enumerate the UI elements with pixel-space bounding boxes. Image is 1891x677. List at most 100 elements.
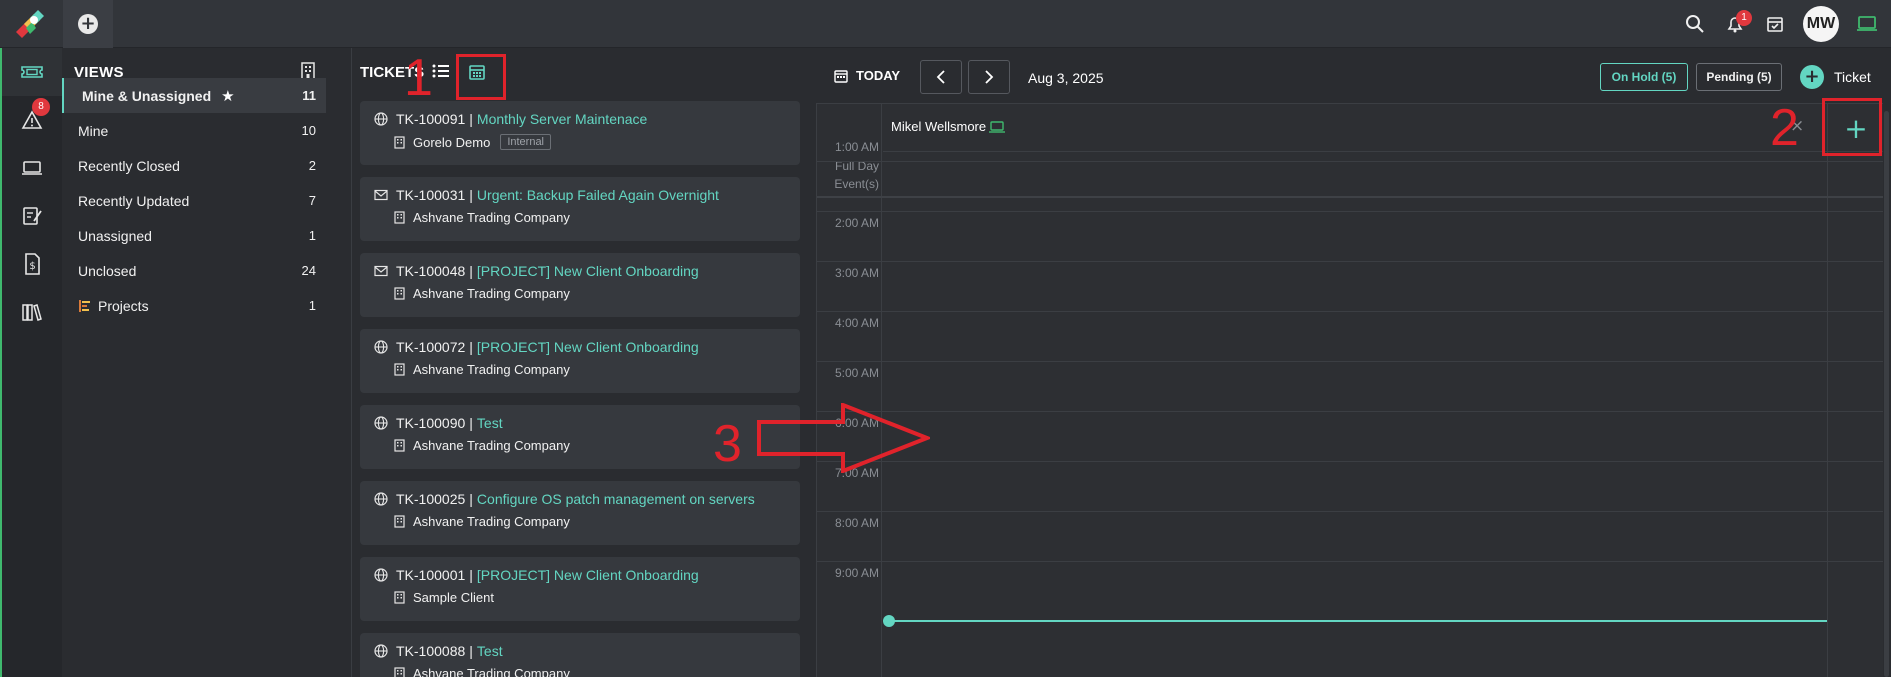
ticket-subject-link[interactable]: Configure OS patch management on servers xyxy=(477,491,755,507)
prev-day-button[interactable] xyxy=(920,60,962,94)
ticket-card[interactable]: TK-100025 | Configure OS patch management … xyxy=(360,481,800,545)
ticket-subject-link[interactable]: Test xyxy=(477,643,503,659)
laptop-icon xyxy=(22,161,42,175)
scrollbar-thumb[interactable] xyxy=(1884,111,1889,677)
rail-item-billing[interactable]: $ xyxy=(2,240,62,288)
ticket-subject-link[interactable]: [PROJECT] New Client Onboarding xyxy=(477,263,699,279)
ticket-org-line: Ashvane Trading Company xyxy=(394,286,570,301)
hour-label: 9:00 AM xyxy=(834,566,879,580)
view-item-label: Mine xyxy=(78,122,109,139)
rail-item-alerts[interactable]: 8 xyxy=(2,96,62,144)
resource-column-header: Mikel Wellsmore × xyxy=(883,104,1883,152)
ticket-subject-link[interactable]: [PROJECT] New Client Onboarding xyxy=(477,567,699,583)
view-item-recently-closed[interactable]: Recently Closed 2 xyxy=(62,148,326,183)
hour-grid-line xyxy=(817,261,1883,262)
ticket-separator: | xyxy=(469,111,473,127)
ticket-organization: Ashvane Trading Company xyxy=(413,514,570,529)
ticket-id: TK-100048 xyxy=(396,263,466,279)
globe-icon xyxy=(374,492,388,506)
ticket-card[interactable]: TK-100048 | [PROJECT] New Client Onboardin… xyxy=(360,253,800,317)
view-item-count: 24 xyxy=(301,263,316,278)
hour-grid-line xyxy=(817,561,1883,562)
rail-item-library[interactable] xyxy=(2,288,62,336)
chevron-left-icon xyxy=(936,70,945,84)
today-button[interactable]: TODAY xyxy=(834,68,900,83)
ticket-card[interactable]: TK-100088 | Test Ashvane Trading Company xyxy=(360,633,800,677)
ticket-title-line: TK-100072 | [PROJECT] New Client Onboardin… xyxy=(374,339,699,355)
hour-grid-line xyxy=(817,161,1883,162)
globe-icon xyxy=(374,644,388,658)
hour-grid-line xyxy=(817,361,1883,362)
ticket-org-line: Sample Client xyxy=(394,590,494,605)
ticket-title-line: TK-100001 | [PROJECT] New Client Onboardin… xyxy=(374,567,699,583)
new-tab-button[interactable]: + xyxy=(63,0,113,48)
plus-circle-icon: + xyxy=(78,14,98,34)
ticket-subject-link[interactable]: Urgent: Backup Failed Again Overnight xyxy=(477,187,719,203)
notification-bell-icon[interactable]: 1 xyxy=(1715,0,1755,48)
view-item-label: Unassigned xyxy=(78,227,152,244)
view-item-mine-unassigned[interactable]: Mine & Unassigned ★ 11 xyxy=(62,78,326,113)
next-day-button[interactable] xyxy=(968,60,1010,94)
resource-name: Mikel Wellsmore xyxy=(891,119,1006,134)
add-ticket-button[interactable]: + Ticket xyxy=(1800,65,1871,89)
globe-icon xyxy=(374,416,388,430)
view-item-projects[interactable]: Projects 1 xyxy=(62,288,326,323)
hour-grid-line xyxy=(817,411,1883,412)
top-right-actions: 1 MW xyxy=(1675,0,1891,48)
ticket-card[interactable]: TK-100001 | [PROJECT] New Client Onboardin… xyxy=(360,557,800,621)
pending-filter-button[interactable]: Pending (5) xyxy=(1696,63,1782,91)
resource-name-label: Mikel Wellsmore xyxy=(891,119,987,134)
contract-icon xyxy=(23,207,42,225)
search-icon[interactable] xyxy=(1675,0,1715,48)
view-item-label: Projects xyxy=(98,297,149,314)
ticket-subject-link[interactable]: Monthly Server Maintenace xyxy=(477,111,647,127)
view-item-unclosed[interactable]: Unclosed 24 xyxy=(62,253,326,288)
ticket-card[interactable]: TK-100072 | [PROJECT] New Client Onboardin… xyxy=(360,329,800,393)
annotation-box-2 xyxy=(1822,98,1882,156)
calendar-grid: Mikel Wellsmore × + Full Day Event(s) 1:… xyxy=(816,103,1883,677)
on-hold-filter-button[interactable]: On Hold (5) xyxy=(1600,63,1688,91)
views-panel: VIEWS Mine & Unassigned ★ 11 Mine 10 Rec… xyxy=(62,48,352,677)
ticket-title-line: TK-100025 | Configure OS patch management … xyxy=(374,491,755,507)
star-icon[interactable]: ★ xyxy=(221,87,234,105)
alerts-count-badge: 8 xyxy=(32,98,50,116)
ticket-organization: Gorelo Demo xyxy=(413,134,491,150)
building-icon xyxy=(394,363,405,376)
view-item-label: Recently Closed xyxy=(78,157,180,174)
list-view-icon[interactable] xyxy=(432,63,450,84)
app-root: + 1 MW 8 $ VIEWS Mine & Unassigned ★ 11 … xyxy=(0,0,1891,677)
rail-item-contracts[interactable] xyxy=(2,192,62,240)
ticket-organization: Ashvane Trading Company xyxy=(413,438,570,453)
rail-item-tickets[interactable] xyxy=(2,48,62,96)
ticket-title-line: TK-100090 | Test xyxy=(374,415,503,431)
building-icon xyxy=(394,211,405,224)
ticket-subject-link[interactable]: [PROJECT] New Client Onboarding xyxy=(477,339,699,355)
view-item-mine[interactable]: Mine 10 xyxy=(62,113,326,148)
user-avatar[interactable]: MW xyxy=(1803,6,1839,42)
ticket-card[interactable]: TK-100091 | Monthly Server Maintenace Gorel… xyxy=(360,101,800,165)
globe-icon xyxy=(374,112,388,126)
ticket-card[interactable]: TK-100031 | Urgent: Backup Failed Again Ov… xyxy=(360,177,800,241)
calendar-check-icon[interactable] xyxy=(1755,0,1795,48)
ticket-id: TK-100072 xyxy=(396,339,466,355)
ticket-subject-link[interactable]: Test xyxy=(477,415,503,431)
current-time-dot xyxy=(883,615,895,627)
ticket-id: TK-100025 xyxy=(396,491,466,507)
ticket-id: TK-100031 xyxy=(396,187,466,203)
full-day-events-row[interactable]: Full Day Event(s) xyxy=(817,152,1883,198)
hour-label: 3:00 AM xyxy=(834,266,879,280)
calendar-scrollbar[interactable] xyxy=(1883,103,1891,677)
view-item-recently-updated[interactable]: Recently Updated 7 xyxy=(62,183,326,218)
view-item-unassigned[interactable]: Unassigned 1 xyxy=(62,218,326,253)
chevron-right-icon xyxy=(985,70,994,84)
globe-icon xyxy=(374,340,388,354)
app-logo-icon[interactable] xyxy=(10,6,50,42)
ticket-title-line: TK-100031 | Urgent: Backup Failed Again Ov… xyxy=(374,187,719,203)
ticket-organization: Sample Client xyxy=(413,590,494,605)
add-ticket-label: Ticket xyxy=(1834,69,1871,85)
laptop-icon[interactable] xyxy=(1847,0,1887,48)
hour-grid-line xyxy=(817,211,1883,212)
view-item-count: 2 xyxy=(308,158,316,173)
notification-count-badge: 1 xyxy=(1736,10,1752,26)
rail-item-devices[interactable] xyxy=(2,144,62,192)
